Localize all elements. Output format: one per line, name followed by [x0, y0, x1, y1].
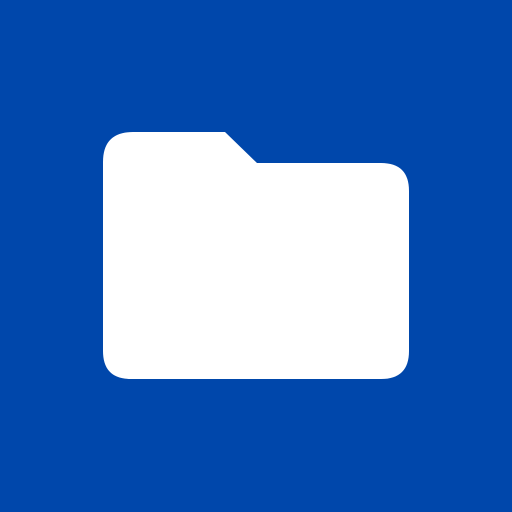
app-icon-tile[interactable] — [0, 0, 512, 512]
folder-shape — [103, 132, 409, 379]
folder-icon — [103, 132, 409, 379]
